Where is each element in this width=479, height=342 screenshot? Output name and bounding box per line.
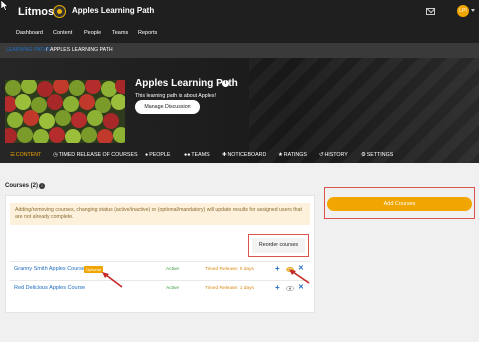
- chevron-down-icon[interactable]: [471, 9, 475, 12]
- path-description: This learning path is about Apples!: [135, 93, 216, 99]
- course-link[interactable]: Granny Smith Apples Course: [14, 266, 85, 272]
- plus-icon[interactable]: +: [275, 284, 280, 292]
- app-title: Apples Learning Path: [72, 6, 155, 15]
- tab-label: RATINGS: [283, 152, 307, 158]
- tab-label: TIMED RELEASE OF COURSES: [58, 152, 138, 158]
- tab-settings[interactable]: ⚙SETTINGS: [361, 152, 393, 158]
- tab-ratings[interactable]: ★RATINGS: [278, 152, 307, 158]
- tab-history[interactable]: ↺HISTORY: [319, 152, 348, 158]
- info-icon[interactable]: i: [39, 183, 45, 189]
- tab-bar: ☰CONTENT ◷TIMED RELEASE OF COURSES ●PEOP…: [0, 147, 479, 163]
- add-courses-button[interactable]: Add Courses: [327, 197, 472, 211]
- breadcrumb-learning-paths[interactable]: LEARNING PATHS: [6, 47, 51, 53]
- tab-content[interactable]: ☰CONTENT: [10, 152, 41, 158]
- breadcrumb-current: APPLES LEARNING PATH: [50, 47, 113, 53]
- main-nav: Dashboard Content People Teams Reports: [0, 25, 479, 43]
- manage-discussion-button[interactable]: Manage Discussion: [135, 100, 200, 114]
- person-icon: ●: [145, 152, 149, 158]
- nav-teams[interactable]: Teams: [112, 30, 128, 36]
- eye-icon[interactable]: [286, 286, 294, 291]
- noticeboard-icon: ✚: [222, 152, 227, 158]
- list-icon: ☰: [10, 152, 15, 158]
- tab-label: SETTINGS: [366, 152, 394, 158]
- courses-heading: Courses (2): [5, 183, 39, 189]
- gear-icon: ⚙: [361, 152, 366, 158]
- brand-name[interactable]: Litmos: [18, 6, 54, 18]
- info-icon[interactable]: i: [222, 80, 229, 87]
- clock-icon: ◷: [53, 152, 58, 158]
- annotation-arrow-icon: [102, 272, 123, 288]
- avatar[interactable]: LPI: [457, 5, 469, 17]
- nav-people[interactable]: People: [84, 30, 101, 36]
- tab-noticeboard[interactable]: ✚NOTICEBOARD: [222, 152, 266, 158]
- tab-label: HISTORY: [324, 152, 348, 158]
- tab-teams[interactable]: ●●TEAMS: [184, 152, 210, 158]
- status-badge: Active: [166, 267, 180, 272]
- star-icon: ★: [278, 152, 283, 158]
- history-icon: ↺: [319, 152, 324, 158]
- nav-reports[interactable]: Reports: [138, 30, 157, 36]
- nav-dashboard[interactable]: Dashboard: [16, 30, 43, 36]
- breadcrumb-separator: /: [46, 47, 48, 53]
- tab-label: PEOPLE: [149, 152, 171, 158]
- breadcrumb: LEARNING PATHS / APPLES LEARNING PATH: [0, 43, 479, 58]
- apples-image: [5, 80, 125, 143]
- row-divider: [10, 280, 310, 281]
- status-badge: Active: [166, 286, 180, 291]
- plus-icon[interactable]: +: [275, 265, 280, 273]
- timed-release-label: Timed Release: 0 days: [205, 267, 254, 272]
- team-icon: ●●: [184, 152, 191, 158]
- tab-label: TEAMS: [191, 152, 210, 158]
- warning-message: Adding/removing courses, changing status…: [10, 203, 310, 225]
- tab-label: CONTENT: [15, 152, 42, 158]
- tab-label: NOTICEBOARD: [227, 152, 267, 158]
- tab-timed-release[interactable]: ◷TIMED RELEASE OF COURSES: [53, 152, 138, 158]
- row-divider: [10, 261, 310, 262]
- timed-release-label: Timed Release: 1 days: [205, 286, 254, 291]
- course-link[interactable]: Red Delicious Apples Course: [14, 285, 85, 291]
- nav-content[interactable]: Content: [53, 30, 72, 36]
- mail-icon[interactable]: [426, 8, 435, 15]
- mouse-cursor-icon: [1, 0, 9, 11]
- litmos-logo-icon: [53, 5, 66, 18]
- tab-people[interactable]: ●PEOPLE: [145, 152, 170, 158]
- reorder-courses-button[interactable]: Reorder courses: [252, 238, 305, 253]
- annotation-arrow-icon: [289, 269, 310, 284]
